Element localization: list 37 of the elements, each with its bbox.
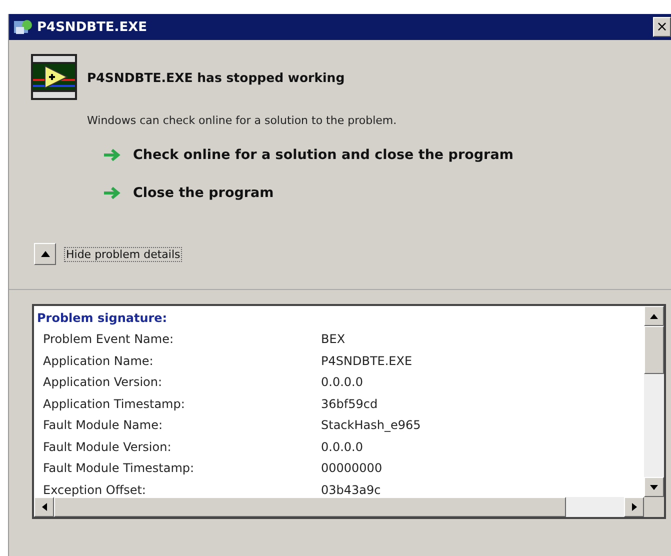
field-value: 0.0.0.0 — [321, 438, 363, 456]
field-value: 00000000 — [321, 460, 382, 477]
dialog-heading: P4SNDBTE.EXE has stopped working — [87, 70, 345, 84]
field-value: StackHash_e965 — [321, 417, 421, 434]
window-title: P4SNDBTE.EXE — [37, 20, 148, 34]
field-label: Application Name: — [43, 352, 154, 370]
field-value: 0.0.0.0 — [321, 374, 363, 391]
triangle-icon — [40, 251, 50, 257]
field-value: P4SNDBTE.EXE — [321, 352, 412, 370]
field-label: Fault Module Timestamp: — [43, 460, 196, 477]
field-label: Exception Offset: — [43, 482, 147, 497]
left-arrow-icon — [42, 503, 46, 511]
arrow-icon — [103, 148, 121, 162]
action-link[interactable]: Check online for a solution and close the program — [133, 147, 514, 163]
message-text: Windows can check online for a solution to the problem. — [87, 114, 398, 127]
field-label: Problem Event Name: — [43, 331, 175, 348]
horizontal-scrollbar[interactable] — [34, 497, 644, 517]
details-link[interactable]: Hide problem details — [64, 246, 182, 262]
section-title: Problem signature: — [37, 310, 168, 327]
action-link[interactable]: Close the program — [133, 185, 274, 201]
down-arrow-icon — [650, 484, 658, 490]
right-arrow-icon — [632, 503, 636, 511]
scrollbar-corner — [644, 497, 664, 517]
field-label: Application Timestamp: — [43, 396, 186, 412]
field-label: Application Version: — [43, 374, 164, 391]
film-play-icon — [31, 54, 77, 100]
field-value: 36bf59cd — [321, 396, 378, 412]
field-value: BEX — [321, 331, 346, 348]
toggle-button[interactable] — [34, 243, 56, 265]
app-icon — [13, 18, 33, 36]
arrow-icon — [103, 186, 121, 200]
field-value: 03b43a9c — [321, 482, 381, 497]
vertical-scrollbar[interactable] — [644, 306, 664, 497]
close-button[interactable]: × — [653, 17, 671, 37]
field-label: Fault Module Version: — [43, 438, 172, 456]
up-arrow-icon — [650, 314, 658, 318]
field-label: Fault Module Name: — [43, 417, 164, 434]
